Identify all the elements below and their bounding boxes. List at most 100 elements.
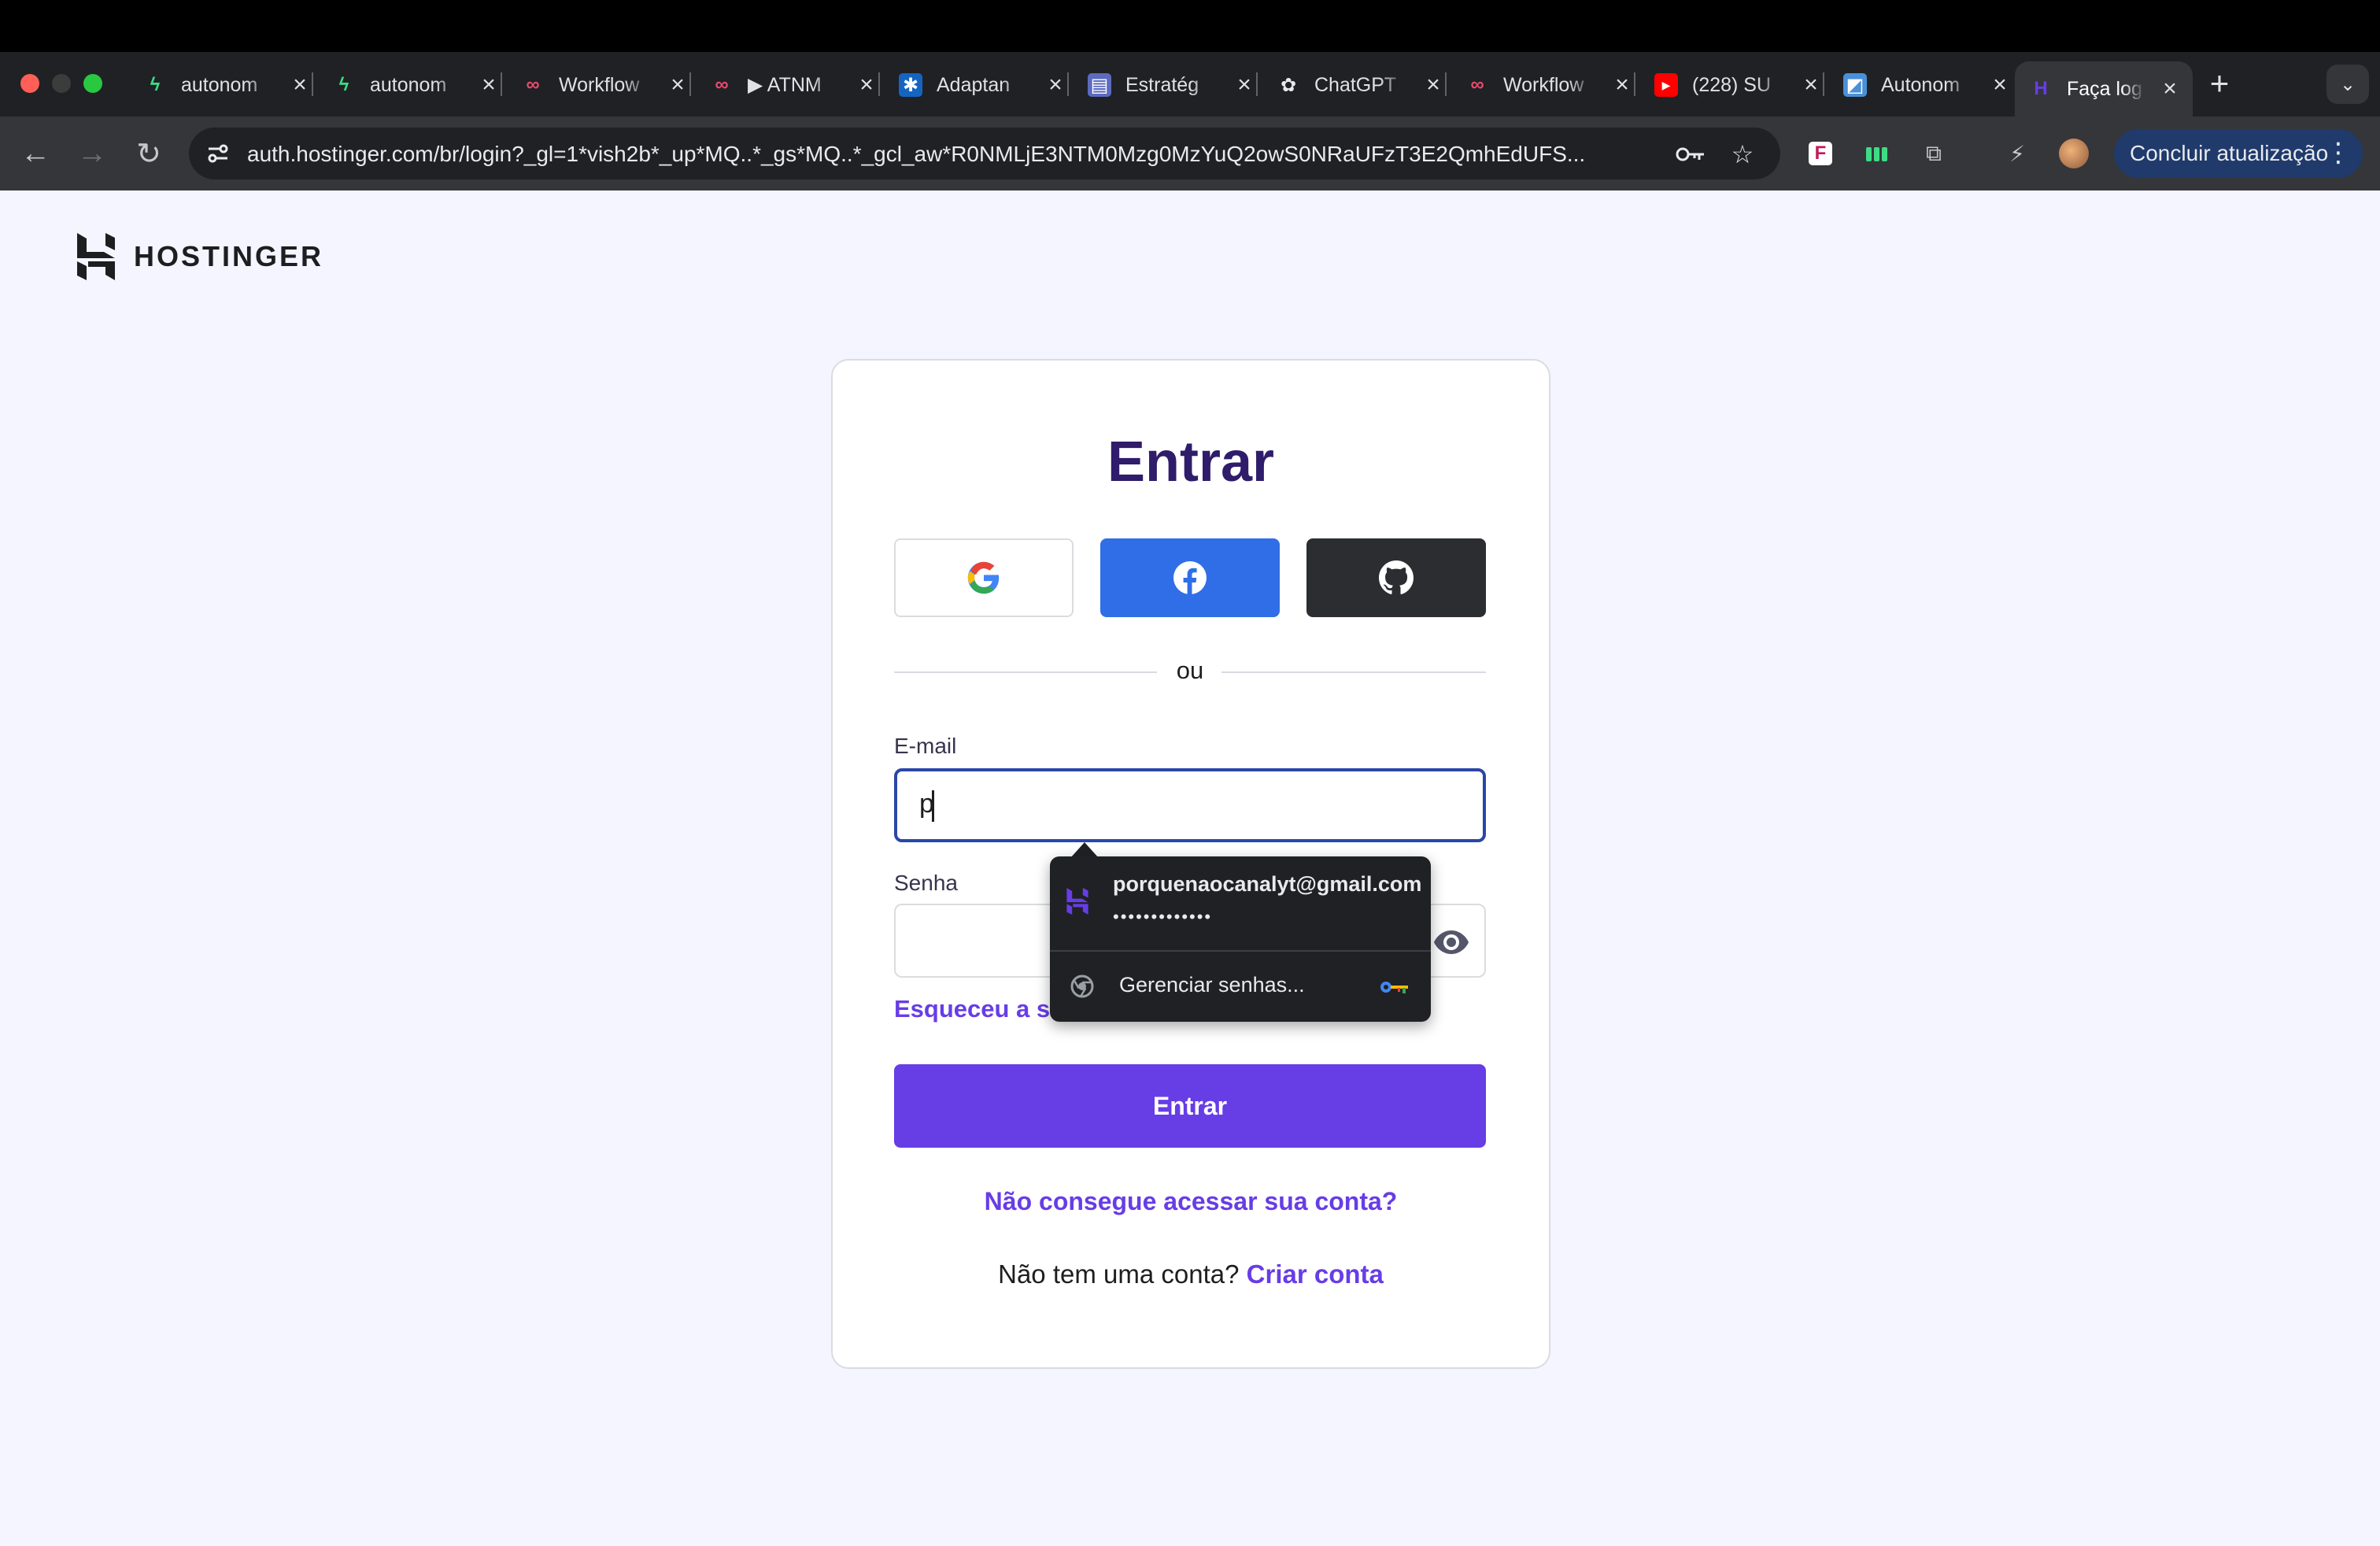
- key-icon[interactable]: [1673, 137, 1708, 172]
- more-menu-icon[interactable]: ⋮: [2325, 137, 2352, 168]
- github-icon: [1379, 560, 1414, 594]
- browser-tab[interactable]: ✿ ChatGPT ×: [1262, 63, 1458, 107]
- browser-tab[interactable]: ▶ (228) SU ×: [1640, 63, 1835, 107]
- update-button-label: Concluir atualização: [2130, 141, 2329, 165]
- tab-separator: [1823, 72, 1824, 96]
- tab-separator: [1445, 72, 1447, 96]
- browser-tab[interactable]: ◩ Autonom ×: [1829, 63, 2024, 107]
- tab-title: ▶ ATNM: [748, 74, 822, 96]
- menu-bar: [0, 0, 2380, 52]
- tab-separator: [689, 72, 691, 96]
- tab-separator: [501, 72, 502, 96]
- printer-icon: ▤: [1088, 73, 1111, 97]
- google-login-button[interactable]: [894, 538, 1074, 617]
- brand-name: HOSTINGER: [134, 240, 324, 272]
- tab-close-icon[interactable]: ×: [1612, 72, 1632, 98]
- saved-credential-row[interactable]: [1066, 888, 1092, 915]
- chrome-icon: [1070, 975, 1096, 1000]
- close-window-button[interactable]: [20, 74, 39, 93]
- extension-f-icon[interactable]: F: [1802, 135, 1839, 172]
- maximize-window-button[interactable]: [83, 74, 102, 93]
- tab-close-icon[interactable]: ×: [1801, 72, 1821, 98]
- create-account-link[interactable]: Criar conta: [1247, 1259, 1384, 1289]
- tab-close-icon[interactable]: ×: [667, 72, 688, 98]
- password-label: Senha: [894, 871, 958, 895]
- password-key-icon: [1379, 978, 1410, 997]
- openai-icon: ✿: [1280, 74, 1297, 96]
- forward-icon[interactable]: →: [72, 134, 112, 173]
- email-label: E-mail: [894, 734, 957, 758]
- tab-close-icon[interactable]: ×: [2161, 76, 2179, 102]
- tab-separator: [878, 72, 880, 96]
- account-help-link[interactable]: Não consegue acessar sua conta?: [831, 1187, 1550, 1216]
- minimize-window-button[interactable]: [52, 74, 71, 93]
- text-caret: [932, 790, 934, 822]
- saved-password-mask[interactable]: •••••••••••••: [1113, 907, 1212, 927]
- doc-icon: ◩: [1843, 73, 1867, 97]
- tab-close-icon[interactable]: ×: [856, 72, 877, 98]
- extension-bars-icon[interactable]: [1859, 135, 1895, 172]
- update-button[interactable]: Concluir atualização ⋮: [2114, 129, 2363, 178]
- hostinger-logo-icon: [77, 233, 115, 280]
- login-button[interactable]: Entrar: [894, 1064, 1486, 1148]
- tab-search-icon[interactable]: ⌄: [2326, 65, 2369, 104]
- email-field[interactable]: [894, 768, 1486, 842]
- tab-close-icon[interactable]: ×: [1423, 72, 1443, 98]
- site-info-icon[interactable]: [203, 139, 233, 168]
- tab-title: Adaptan: [937, 73, 1011, 96]
- forgot-password-link[interactable]: Esqueceu a s: [894, 995, 1050, 1023]
- tab-close-icon[interactable]: ×: [1045, 72, 1066, 98]
- github-login-button[interactable]: [1306, 538, 1486, 617]
- saved-email[interactable]: porquenaocanalyt@gmail.com: [1113, 872, 1421, 897]
- browser-tab[interactable]: H Faça log ×: [2015, 61, 2193, 117]
- tab-title: Autonom: [1881, 73, 1961, 96]
- workflow-icon: ∞: [715, 74, 729, 95]
- google-icon: [967, 561, 1000, 594]
- tab-close-icon[interactable]: ×: [1234, 72, 1255, 98]
- butterfly-icon: ✱: [899, 73, 922, 97]
- back-icon[interactable]: ←: [16, 134, 55, 173]
- tab-title: autonom: [181, 73, 258, 96]
- browser-tab[interactable]: ∞ ▶ ATNM ×: [696, 63, 891, 107]
- facebook-login-button[interactable]: [1100, 538, 1280, 617]
- hostinger-icon: [1066, 888, 1088, 915]
- tab-separator: [1634, 72, 1635, 96]
- performance-icon[interactable]: ⚡: [1999, 135, 2035, 172]
- facebook-icon: [1173, 561, 1207, 595]
- bolt-icon: ϟ: [150, 74, 161, 95]
- hostinger-logo[interactable]: HOSTINGER: [76, 233, 323, 280]
- tab-close-icon[interactable]: ×: [1990, 72, 2010, 98]
- browser-tab[interactable]: ∞ Workflow ×: [1451, 63, 1646, 107]
- url-text[interactable]: auth.hostinger.com/br/login?_gl=1*vish2b…: [247, 139, 1656, 170]
- tab-close-icon[interactable]: ×: [290, 72, 310, 98]
- divider-left: [894, 671, 1157, 673]
- reload-icon[interactable]: ↻: [129, 134, 168, 173]
- signup-text: Não tem uma conta?: [998, 1259, 1240, 1289]
- tab-title: (228) SU: [1692, 73, 1772, 96]
- new-tab-icon[interactable]: +: [2204, 65, 2235, 102]
- divider-text: ou: [1176, 656, 1204, 684]
- bolt-icon: ϟ: [338, 74, 349, 95]
- tab-separator: [312, 72, 313, 96]
- tab-separator: [1067, 72, 1069, 96]
- avatar[interactable]: [2056, 135, 2092, 172]
- manage-passwords-item[interactable]: Gerenciar senhas...: [1119, 973, 1305, 997]
- workflow-icon: ∞: [526, 74, 540, 95]
- tab-title: Workflow: [1503, 73, 1584, 96]
- tab-title: autonom: [370, 73, 447, 96]
- show-password-icon[interactable]: [1432, 927, 1470, 957]
- browser-tab[interactable]: ✱ Adaptan ×: [885, 63, 1080, 107]
- tab-title: Workflow: [559, 73, 640, 96]
- extensions-puzzle-icon[interactable]: ⧉: [1916, 135, 1952, 172]
- tab-close-icon[interactable]: ×: [479, 72, 499, 98]
- browser-tab[interactable]: ▤ Estratég ×: [1074, 63, 1269, 107]
- browser-tab[interactable]: ∞ Workflow ×: [507, 63, 702, 107]
- signup-row: Não tem uma conta? Criar conta: [831, 1259, 1550, 1289]
- browser-tab[interactable]: ϟ autonom ×: [129, 63, 324, 107]
- tab-title: Estratég: [1125, 73, 1199, 96]
- tab-title: ChatGPT: [1314, 73, 1397, 96]
- bookmark-star-icon[interactable]: ☆: [1725, 137, 1760, 172]
- browser-tab[interactable]: ϟ autonom ×: [318, 63, 513, 107]
- workflow-icon: ∞: [1470, 74, 1484, 95]
- divider-right: [1221, 671, 1486, 673]
